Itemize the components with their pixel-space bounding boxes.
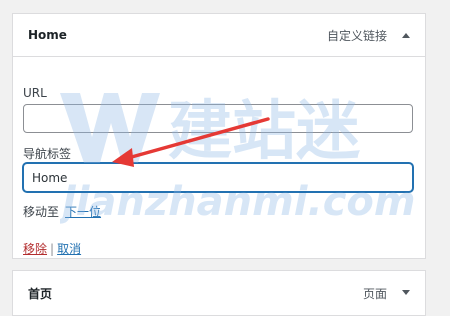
remove-link[interactable]: 移除 [23, 242, 47, 256]
expand-arrow-icon[interactable] [401, 288, 411, 298]
collapse-arrow-icon[interactable] [401, 30, 411, 40]
nav-label-input[interactable] [23, 163, 413, 192]
menu-item-type: 自定义链接 [326, 28, 387, 43]
menu-item-header[interactable]: Home 自定义链接 [13, 14, 425, 57]
menu-item-title: Home [28, 28, 67, 42]
move-row: 移动至 下一位 [23, 203, 101, 220]
menu-item-homepage: 首页 页面 [12, 270, 426, 316]
menu-item-controls: 页面 [363, 285, 411, 302]
url-input[interactable] [23, 104, 413, 133]
menu-item-type: 页面 [362, 286, 387, 301]
menu-item-header[interactable]: 首页 页面 [13, 271, 425, 315]
move-down-link[interactable]: 下一位 [65, 205, 101, 219]
menu-item-title: 首页 [28, 286, 53, 301]
move-label: 移动至 [23, 205, 60, 219]
cancel-link[interactable]: 取消 [57, 242, 81, 256]
nav-label-label: 导航标签 [23, 147, 72, 161]
url-label: URL [23, 86, 47, 100]
action-separator: | [50, 242, 55, 256]
menu-item-home: Home 自定义链接 URL 导航标签 移动至下一位 移除|取消 [12, 13, 426, 259]
item-actions: 移除 | 取消 [23, 240, 81, 257]
menu-item-controls: 自定义链接 [327, 27, 411, 44]
